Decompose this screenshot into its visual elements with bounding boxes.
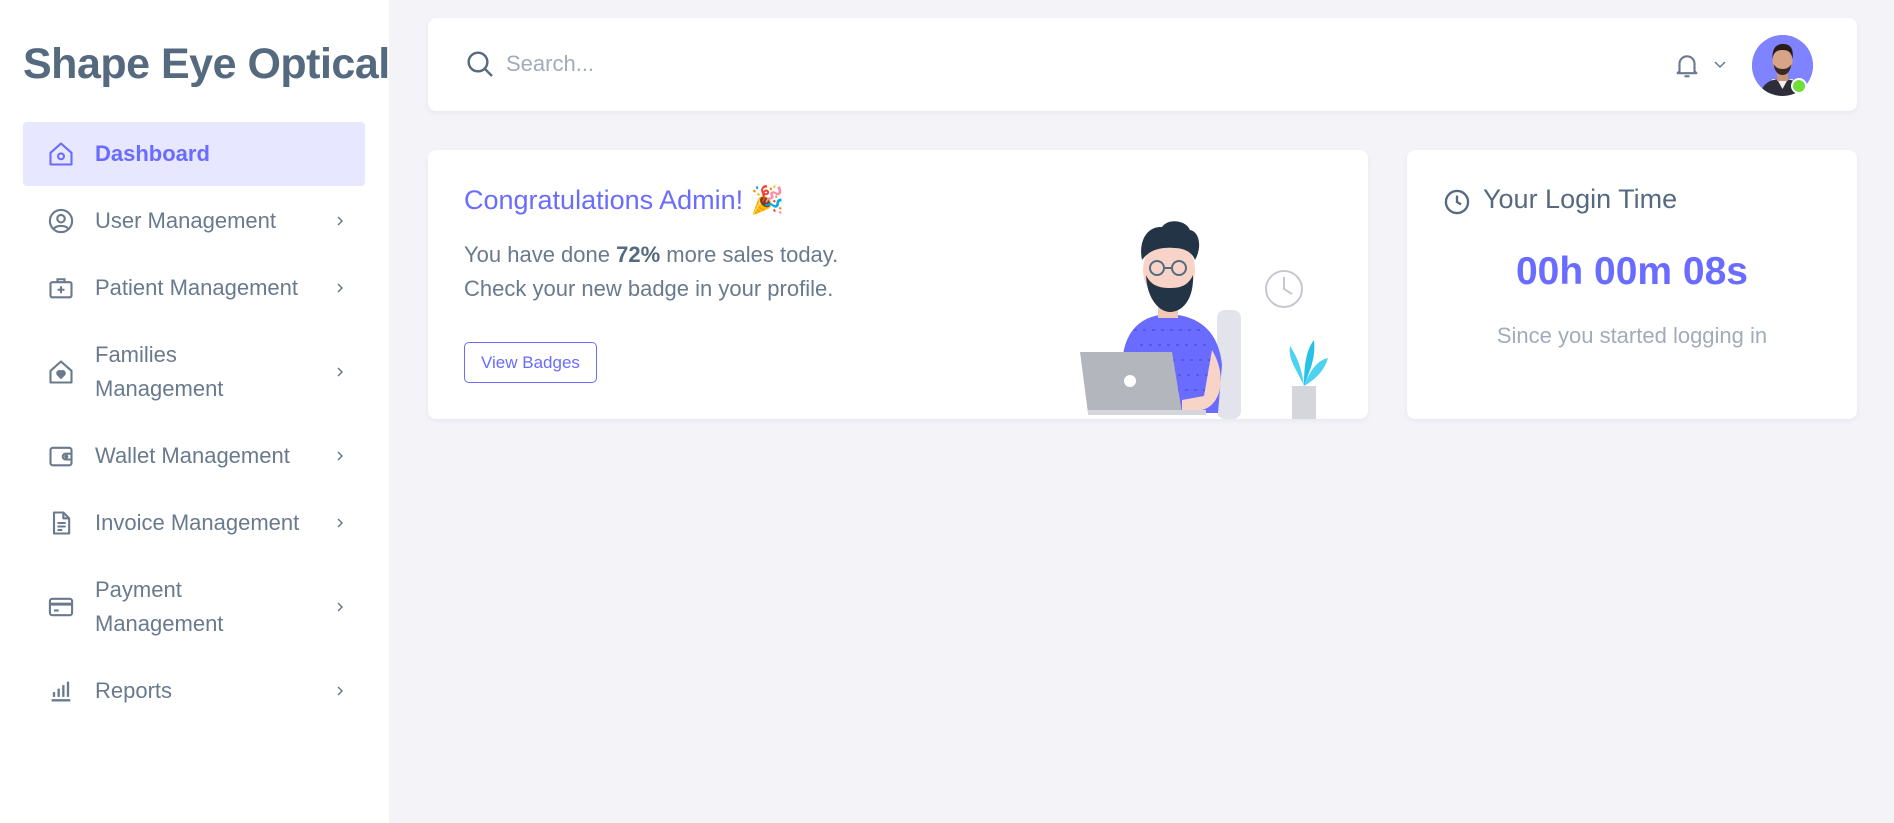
user-circle-icon: [47, 207, 75, 235]
bar-chart-icon: [47, 677, 75, 705]
bell-icon[interactable]: [1672, 50, 1702, 80]
chevron-right-icon: [333, 281, 347, 295]
login-time-subtitle: Since you started logging in: [1496, 323, 1768, 348]
sidebar: Shape Eye Optical Dashboard User Managem…: [0, 0, 390, 823]
sidebar-item-payment-management[interactable]: Payment Management: [23, 558, 365, 656]
view-badges-button[interactable]: View Badges: [464, 342, 597, 383]
sidebar-item-label: Patient Management: [95, 275, 299, 300]
search-icon[interactable]: [464, 48, 496, 80]
search-input[interactable]: [506, 40, 906, 88]
congrats-badge-message: Check your new badge in your profile.: [464, 276, 834, 301]
man-with-laptop-illustration: [1052, 200, 1342, 419]
top-navbar: [428, 18, 1857, 111]
sidebar-item-label: Wallet Management: [95, 443, 290, 468]
home-icon: [47, 140, 75, 168]
sidebar-item-patient-management[interactable]: Patient Management: [23, 256, 365, 320]
sidebar-item-reports[interactable]: Reports: [23, 659, 365, 723]
wallet-icon: [47, 442, 75, 470]
sidebar-item-user-management[interactable]: User Management: [23, 189, 365, 253]
chevron-right-icon: [333, 600, 347, 614]
chevron-down-icon[interactable]: [1712, 56, 1728, 72]
sidebar-menu: Dashboard User Management Patient Manage…: [23, 122, 365, 726]
clock-icon: [1443, 188, 1471, 216]
sidebar-item-families-management[interactable]: Families Management: [23, 323, 365, 421]
congrats-title: Congratulations Admin! 🎉: [464, 185, 785, 215]
sales-percent: 72%: [616, 242, 661, 267]
online-status-dot: [1791, 78, 1807, 94]
chevron-right-icon: [333, 516, 347, 530]
chevron-right-icon: [333, 684, 347, 698]
credit-card-icon: [47, 593, 75, 621]
sidebar-item-label: User Management: [95, 208, 276, 233]
sidebar-item-label: Families Management: [95, 342, 224, 401]
document-icon: [47, 509, 75, 537]
home-heart-icon: [47, 358, 75, 386]
sidebar-item-wallet-management[interactable]: Wallet Management: [23, 424, 365, 488]
congrats-message: You have done 72% more sales today.: [464, 242, 838, 268]
congrats-card: Congratulations Admin! 🎉 You have done 7…: [428, 150, 1368, 419]
medkit-icon: [47, 274, 75, 302]
sidebar-item-invoice-management[interactable]: Invoice Management: [23, 491, 365, 555]
sidebar-item-label: Reports: [95, 678, 173, 703]
chevron-right-icon: [333, 449, 347, 463]
congrats-prefix: You have done: [464, 242, 617, 267]
login-time-value: 00h 00m 08s: [1515, 250, 1748, 293]
chevron-right-icon: [333, 365, 347, 379]
sidebar-item-label: Dashboard: [95, 141, 210, 166]
brand-title: Shape Eye Optical: [23, 40, 390, 88]
sidebar-item-dashboard[interactable]: Dashboard: [23, 122, 365, 186]
login-time-title: Your Login Time: [1483, 184, 1678, 214]
congrats-suffix: more sales today.: [660, 242, 839, 267]
login-time-card: Your Login Time 00h 00m 08s Since you st…: [1407, 150, 1857, 419]
chevron-right-icon: [333, 214, 347, 228]
sidebar-item-label: Payment Management: [95, 577, 224, 636]
sidebar-item-label: Invoice Management: [95, 510, 300, 535]
